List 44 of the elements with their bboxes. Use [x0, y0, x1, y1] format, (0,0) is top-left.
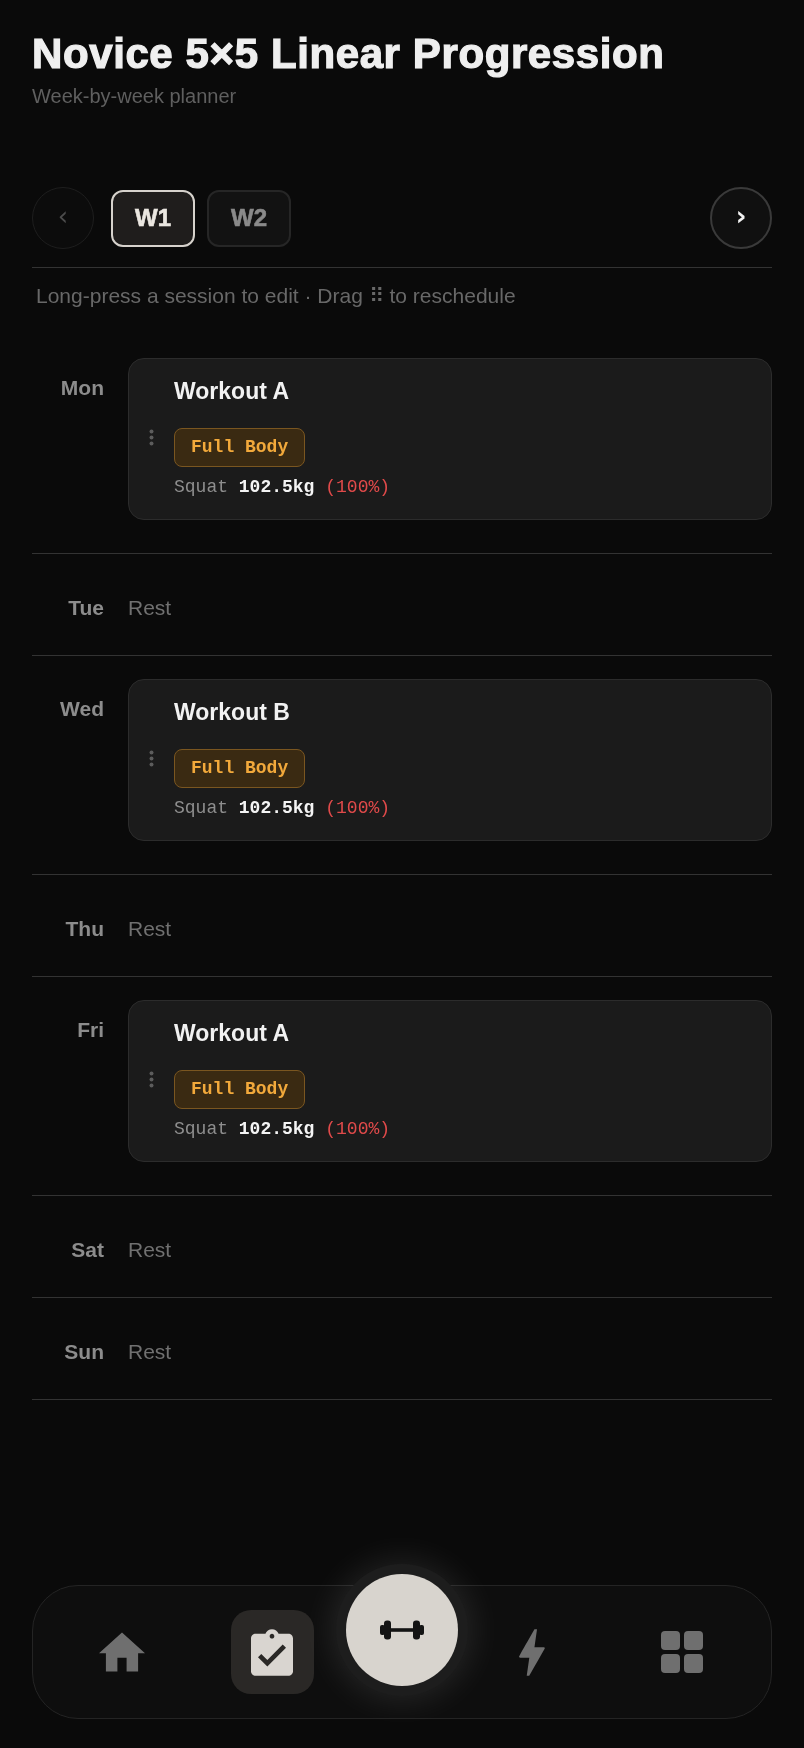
lift-weight: 102.5kg — [238, 476, 315, 498]
session-tag: Full Body — [174, 428, 306, 467]
lift-percentage: (100%) — [325, 1118, 391, 1140]
clipboard-check-icon — [251, 1628, 293, 1676]
lift-name: Squat — [174, 797, 228, 819]
page-title: Novice 5×5 Linear Progression — [32, 29, 665, 79]
rest-label: Rest — [128, 1237, 172, 1263]
grid-icon — [661, 1631, 703, 1673]
hint-text: Long-press a session to edit · Drag ⠿ to reschedule — [35, 283, 516, 308]
rest-label: Rest — [128, 1339, 172, 1365]
session-tag: Full Body — [174, 1070, 306, 1109]
next-week-button[interactable]: › — [710, 187, 772, 249]
day-label: Sat — [70, 1237, 104, 1263]
day-label: Thu — [64, 916, 104, 942]
session-title: Workout B — [174, 698, 290, 726]
day-label: Sun — [63, 1339, 104, 1365]
lift-weight: 102.5kg — [238, 797, 315, 819]
day-label: Fri — [76, 1017, 104, 1043]
lift-weight: 102.5kg — [238, 1118, 315, 1140]
week-tab[interactable]: W2 — [207, 189, 291, 247]
session-title: Workout A — [174, 1019, 289, 1047]
session-card[interactable]: Workout A Full Body Squat 102.5kg (100%) — [128, 1000, 772, 1162]
drag-handle-icon[interactable] — [149, 429, 154, 446]
lightning-bolt-icon — [519, 1628, 545, 1676]
lift-percentage: (100%) — [325, 797, 391, 819]
lift-percentage: (100%) — [325, 476, 391, 498]
clipboard-nav-button[interactable] — [230, 1610, 314, 1694]
day-label: Wed — [59, 696, 104, 722]
session-card[interactable]: Workout A Full Body Squat 102.5kg (100%) — [128, 358, 772, 520]
day-label: Tue — [67, 595, 104, 621]
lift-name: Squat — [174, 476, 228, 498]
drag-handle-icon[interactable] — [149, 1071, 154, 1088]
dumbbell-icon — [380, 1620, 424, 1640]
session-title: Workout A — [174, 377, 289, 405]
session-card[interactable]: Workout B Full Body Squat 102.5kg (100%) — [128, 679, 772, 841]
drag-handle-icon[interactable] — [149, 750, 154, 767]
rest-label: Rest — [128, 595, 172, 621]
home-icon — [99, 1632, 145, 1672]
rest-label: Rest — [128, 916, 172, 942]
week-tab[interactable]: W1 — [111, 189, 195, 247]
page-subtitle: Week-by-week planner — [32, 84, 237, 108]
session-tag: Full Body — [174, 749, 306, 788]
day-label: Mon — [59, 375, 104, 401]
lift-name: Squat — [174, 1118, 228, 1140]
